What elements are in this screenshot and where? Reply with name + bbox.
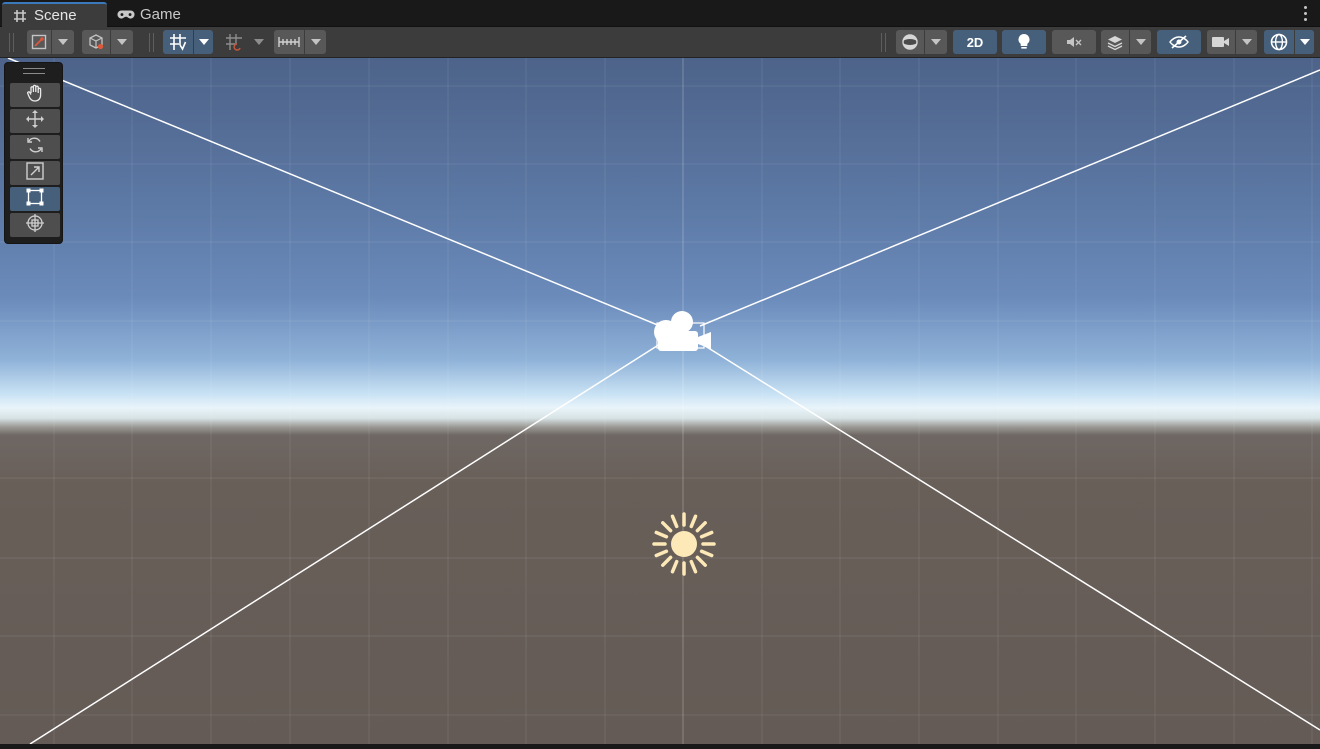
chevron-down-icon (1295, 30, 1314, 54)
increment-snap-icon (220, 30, 248, 54)
camera-frustum-lines (7, 58, 1320, 744)
chevron-down-icon (194, 30, 213, 54)
chevron-down-icon (305, 30, 326, 54)
hand-tool[interactable] (10, 83, 60, 107)
more-options-icon[interactable] (1300, 4, 1310, 22)
lighting-toggle[interactable] (1002, 30, 1046, 54)
toolbar-grip[interactable] (881, 33, 886, 52)
tab-bar: Scene Game (0, 0, 1320, 27)
chevron-down-icon (111, 30, 133, 54)
scale-tool[interactable] (10, 161, 60, 185)
tab-scene-label: Scene (34, 7, 77, 24)
move-arrows-icon (25, 109, 45, 134)
scene-canvas (0, 58, 1320, 744)
scene-grid (0, 58, 1320, 744)
gizmo-tool-handle-button[interactable] (27, 30, 74, 54)
sphere-icon (896, 30, 924, 54)
scene-toolbar: 2D (0, 27, 1320, 58)
gizmos-button[interactable] (1264, 30, 1314, 54)
audio-toggle[interactable] (1052, 30, 1096, 54)
ruler-icon (274, 30, 304, 54)
chevron-down-icon (1236, 30, 1257, 54)
directional-light-icon[interactable] (652, 512, 716, 576)
scene-viewport[interactable] (0, 58, 1320, 744)
incremental-snap-button[interactable] (220, 30, 268, 54)
toolbar-grip[interactable] (9, 33, 14, 52)
effects-button[interactable] (1101, 30, 1151, 54)
eye-slash-icon (1168, 34, 1190, 50)
chevron-down-icon (925, 30, 947, 54)
rotate-icon (25, 135, 45, 160)
camera-gizmo-icon[interactable] (654, 311, 711, 351)
tab-game[interactable]: Game (117, 2, 207, 27)
transform-icon (25, 213, 45, 238)
shaded-cube-icon (82, 30, 110, 54)
gamepad-icon (117, 6, 135, 24)
scale-icon (25, 161, 45, 186)
grid-snapping-button[interactable] (163, 30, 213, 54)
grid-snap-icon (163, 30, 193, 54)
lightbulb-icon (1016, 33, 1032, 51)
tab-game-label: Game (140, 6, 181, 23)
overlay-drag-handle[interactable] (23, 68, 45, 74)
scene-visibility-toggle[interactable] (1157, 30, 1201, 54)
gizmo-globe-icon (1264, 30, 1294, 54)
2d-view-label: 2D (966, 34, 984, 50)
chevron-down-icon (249, 30, 268, 54)
2d-view-toggle[interactable]: 2D (953, 30, 997, 54)
audio-mute-icon (1065, 34, 1083, 50)
camera-settings-button[interactable] (1207, 30, 1257, 54)
toolbar-grip[interactable] (149, 33, 154, 52)
tool-handle-icon (27, 30, 51, 54)
chevron-down-icon (1130, 30, 1151, 54)
rect-transform-icon (25, 187, 45, 212)
layers-icon (1101, 30, 1129, 54)
video-camera-icon (1207, 30, 1235, 54)
shading-mode-button[interactable] (896, 30, 947, 54)
tab-scene[interactable]: Scene (2, 2, 107, 27)
chevron-down-icon (52, 30, 74, 54)
rect-tool[interactable] (10, 187, 60, 211)
scene-view-window: Scene Game 2D (0, 0, 1320, 749)
ruler-snap-button[interactable] (274, 30, 326, 54)
transform-tool[interactable] (10, 213, 60, 237)
tools-overlay[interactable] (4, 62, 63, 244)
hand-icon (26, 84, 44, 107)
grid-hash-icon (11, 7, 29, 25)
move-tool[interactable] (10, 109, 60, 133)
draw-mode-button[interactable] (82, 30, 133, 54)
rotate-tool[interactable] (10, 135, 60, 159)
